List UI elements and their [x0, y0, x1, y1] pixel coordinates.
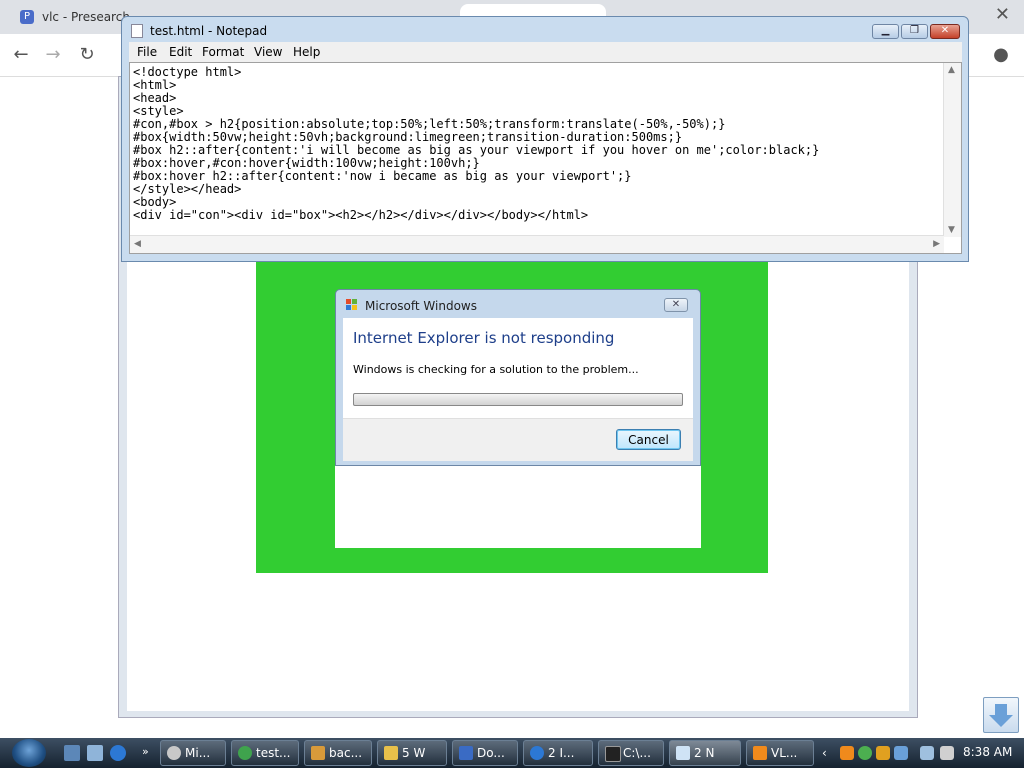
scroll-down-button[interactable] — [983, 697, 1019, 733]
menu-format[interactable]: Format — [202, 45, 244, 59]
vertical-scrollbar[interactable]: ▲ ▼ — [943, 63, 961, 237]
editor-content[interactable]: <!doctype html> <html> <head> <style> #c… — [133, 66, 819, 222]
notepad-icon — [131, 24, 143, 38]
tray-expand-icon[interactable]: ‹ — [822, 746, 836, 760]
media-icon — [167, 746, 181, 760]
maximize-button[interactable]: ❐ — [901, 24, 928, 39]
ie-quicklaunch-icon[interactable] — [110, 745, 126, 761]
browser-tab[interactable]: P vlc - Presearch — [8, 4, 130, 34]
menu-help[interactable]: Help — [293, 45, 320, 59]
presearch-icon: P — [20, 10, 34, 24]
text-editor[interactable]: <!doctype html> <html> <head> <style> #c… — [129, 62, 962, 254]
menu-file[interactable]: File — [137, 45, 157, 59]
dialog-message: Windows is checking for a solution to th… — [353, 363, 639, 376]
notepad-icon — [676, 746, 690, 760]
taskbar-label: Mi... — [185, 746, 211, 760]
close-button[interactable]: ✕ — [930, 24, 960, 39]
cancel-button[interactable]: Cancel — [616, 429, 681, 450]
ie-icon — [530, 746, 544, 760]
forward-icon[interactable]: → — [42, 44, 64, 66]
brush-icon — [311, 746, 325, 760]
not-responding-dialog: Microsoft Windows ✕ Internet Explorer is… — [335, 289, 701, 466]
minimize-button[interactable]: ▁ — [872, 24, 899, 39]
back-icon[interactable]: ← — [10, 44, 32, 66]
taskbar-label: 2 N — [694, 746, 715, 760]
horizontal-scrollbar[interactable]: ◀ ▶ — [130, 235, 944, 253]
cmd-icon — [605, 746, 621, 762]
reload-icon[interactable]: ↻ — [76, 44, 98, 66]
vlc-icon — [753, 746, 767, 760]
network-icon[interactable] — [920, 746, 934, 760]
scroll-up-icon[interactable]: ▲ — [948, 65, 955, 75]
scroll-down-icon[interactable]: ▼ — [948, 225, 955, 235]
taskbar-button[interactable]: 2 N — [669, 740, 741, 766]
monitor-tray-icon[interactable] — [894, 746, 908, 760]
vlc-tray-icon[interactable] — [840, 746, 854, 760]
notepad-window: test.html - Notepad ▁ ❐ ✕ File Edit Form… — [121, 16, 969, 262]
dialog-heading: Internet Explorer is not responding — [353, 329, 615, 347]
switch-windows-icon[interactable] — [87, 745, 103, 761]
taskbar-button[interactable]: bac... — [304, 740, 372, 766]
menu-view[interactable]: View — [254, 45, 282, 59]
profile-icon[interactable]: ● — [990, 44, 1012, 66]
page-white-area — [335, 464, 701, 548]
taskbar-label: VL... — [771, 746, 798, 760]
taskbar-button[interactable]: VL... — [746, 740, 814, 766]
taskbar-label: 2 I... — [548, 746, 575, 760]
down-arrow-icon — [989, 704, 1013, 727]
folder-icon — [384, 746, 398, 760]
taskbar-label: test... — [256, 746, 291, 760]
taskbar-label: 5 W — [402, 746, 426, 760]
windows-flag-icon — [346, 299, 357, 310]
document-icon — [459, 746, 473, 760]
menu-bar: File Edit Format View Help — [129, 42, 962, 62]
menu-edit[interactable]: Edit — [169, 45, 192, 59]
chrome-icon — [238, 746, 252, 760]
green-tray-icon[interactable] — [858, 746, 872, 760]
progress-bar — [353, 393, 683, 406]
taskbar-label: Do... — [477, 746, 505, 760]
dialog-content: Internet Explorer is not responding Wind… — [343, 318, 693, 461]
taskbar-button[interactable]: 5 W — [377, 740, 447, 766]
volume-icon[interactable] — [940, 746, 954, 760]
taskbar: » Mi... test... bac... 5 W Do... 2 I... … — [0, 738, 1024, 768]
clock[interactable]: 8:38 AM — [963, 745, 1012, 759]
scroll-right-icon[interactable]: ▶ — [933, 239, 940, 249]
dialog-title: Microsoft Windows — [365, 299, 477, 313]
taskbar-button[interactable]: 2 I... — [523, 740, 593, 766]
taskbar-button[interactable]: Mi... — [160, 740, 226, 766]
taskbar-label: bac... — [329, 746, 363, 760]
taskbar-button[interactable]: Do... — [452, 740, 518, 766]
window-title: test.html - Notepad — [150, 24, 268, 38]
start-button[interactable] — [12, 739, 46, 767]
taskbar-label: C:\... — [623, 746, 651, 760]
dialog-close-button[interactable]: ✕ — [664, 298, 688, 312]
taskbar-button[interactable]: test... — [231, 740, 299, 766]
show-desktop-icon[interactable] — [64, 745, 80, 761]
taskbar-button[interactable]: C:\... — [598, 740, 664, 766]
browser-tab-label: vlc - Presearch — [42, 10, 130, 24]
scroll-left-icon[interactable]: ◀ — [134, 239, 141, 249]
browser-close-icon[interactable]: ✕ — [995, 4, 1010, 25]
dialog-footer: Cancel — [343, 418, 693, 461]
chevron-icon[interactable]: » — [142, 745, 158, 761]
shield-tray-icon[interactable] — [876, 746, 890, 760]
